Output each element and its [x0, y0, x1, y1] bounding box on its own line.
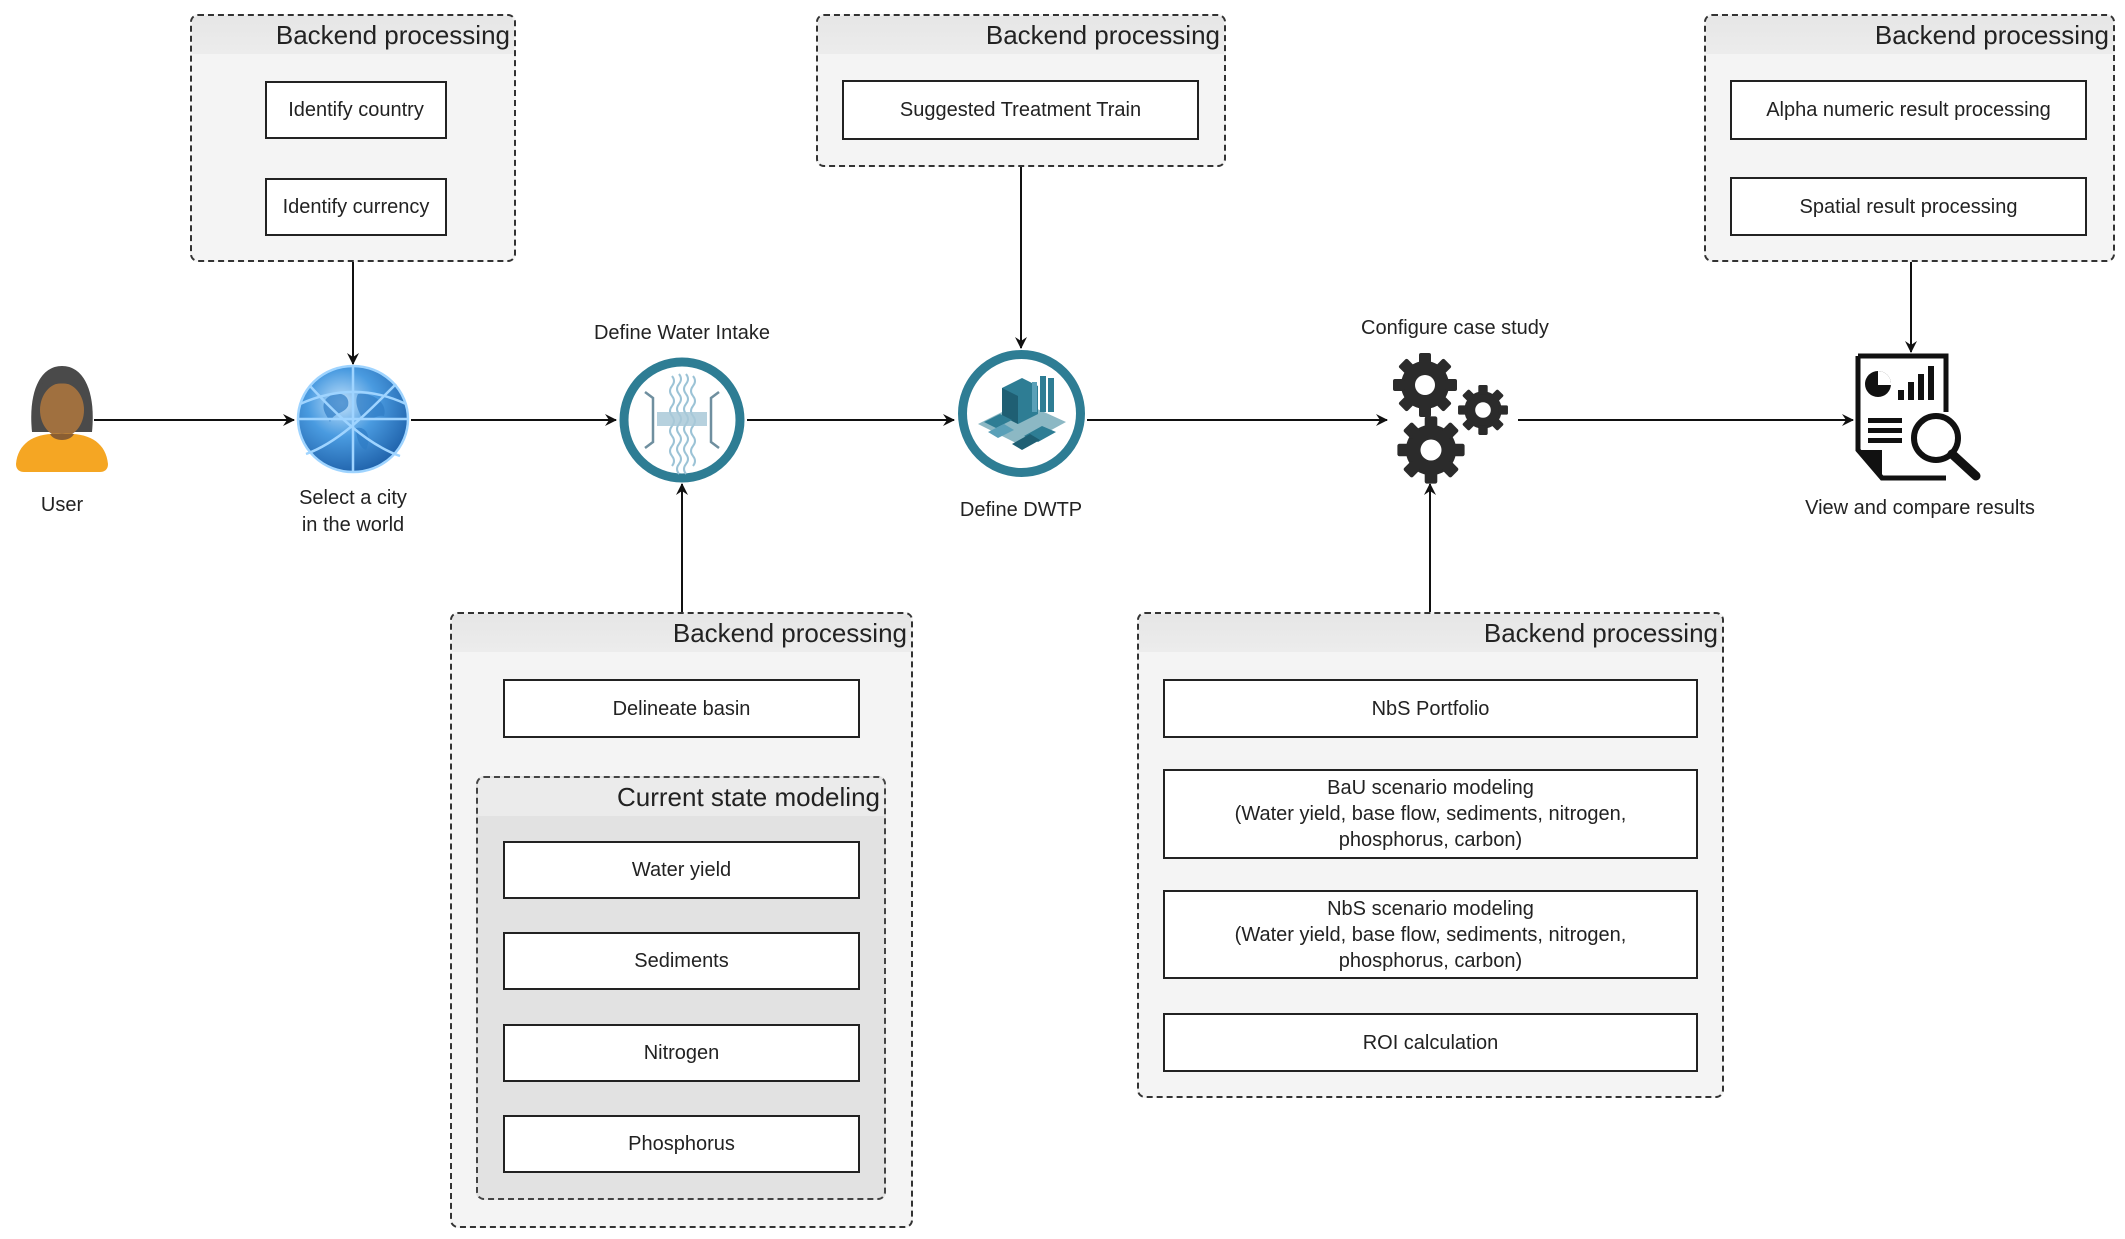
spatial-result-box[interactable]: Spatial result processing	[1730, 177, 2087, 236]
phosphorus-box[interactable]: Phosphorus	[503, 1115, 860, 1173]
delineate-basin-box[interactable]: Delineate basin	[503, 679, 860, 738]
view-results-label: View and compare results	[1805, 497, 2035, 519]
configure-case-study-label: Configure case study	[1361, 317, 1549, 339]
water-intake-icon	[619, 357, 745, 483]
box-text: ROI calculation	[1362, 1031, 1499, 1054]
define-dwtp-label: Define DWTP	[959, 499, 1083, 521]
box-title: NbS scenario modeling	[1327, 897, 1534, 920]
bau-scenario-box[interactable]: BaU scenario modeling (Water yield, base…	[1163, 769, 1698, 859]
suggested-treatment-train-box[interactable]: Suggested Treatment Train	[842, 80, 1199, 140]
select-city-node[interactable]	[296, 364, 410, 474]
box-detail-line1: (Water yield, base flow, sediments, nitr…	[1234, 803, 1627, 825]
select-city-label-line1: Select a city	[299, 487, 407, 509]
define-dwtp-node[interactable]	[956, 348, 1087, 479]
nbs-scenario-box[interactable]: NbS scenario modeling (Water yield, base…	[1163, 890, 1698, 979]
box-title: BaU scenario modeling	[1327, 777, 1534, 799]
identify-country-box[interactable]: Identify country	[265, 81, 447, 139]
group-title: Backend processing	[1483, 618, 1718, 648]
report-search-icon	[1855, 353, 1981, 481]
group-title: Backend processing	[985, 20, 1220, 50]
define-water-intake-node[interactable]	[617, 356, 747, 484]
user-avatar-icon	[16, 366, 108, 472]
user-label: User	[40, 494, 84, 516]
define-water-intake-label: Define Water Intake	[593, 322, 770, 344]
nbs-portfolio-box[interactable]: NbS Portfolio	[1163, 679, 1698, 738]
sediments-box[interactable]: Sediments	[503, 932, 860, 990]
identify-currency-box[interactable]: Identify currency	[265, 178, 447, 236]
group-title: Backend processing	[275, 20, 510, 50]
user-node[interactable]	[10, 362, 114, 474]
box-detail-line1: (Water yield, base flow, sediments, nitr…	[1234, 923, 1627, 946]
box-text: NbS Portfolio	[1371, 697, 1490, 720]
box-detail-line2: phosphorus, carbon)	[1338, 829, 1523, 851]
view-results-node[interactable]	[1854, 352, 1982, 482]
gears-icon	[1393, 353, 1508, 484]
group-title: Backend processing	[672, 618, 907, 648]
alpha-numeric-result-box[interactable]: Alpha numeric result processing	[1730, 80, 2087, 140]
treatment-plant-icon	[958, 350, 1085, 477]
group-title: Current state modeling	[616, 782, 880, 812]
globe-icon	[296, 364, 410, 474]
box-detail-line2: phosphorus, carbon)	[1338, 949, 1523, 972]
water-yield-box[interactable]: Water yield	[503, 841, 860, 899]
group-title: Backend processing	[1874, 20, 2109, 50]
select-city-label-line2: in the world	[301, 514, 405, 536]
roi-calculation-box[interactable]: ROI calculation	[1163, 1013, 1698, 1072]
nitrogen-box[interactable]: Nitrogen	[503, 1024, 860, 1082]
configure-case-study-node[interactable]	[1388, 350, 1520, 486]
